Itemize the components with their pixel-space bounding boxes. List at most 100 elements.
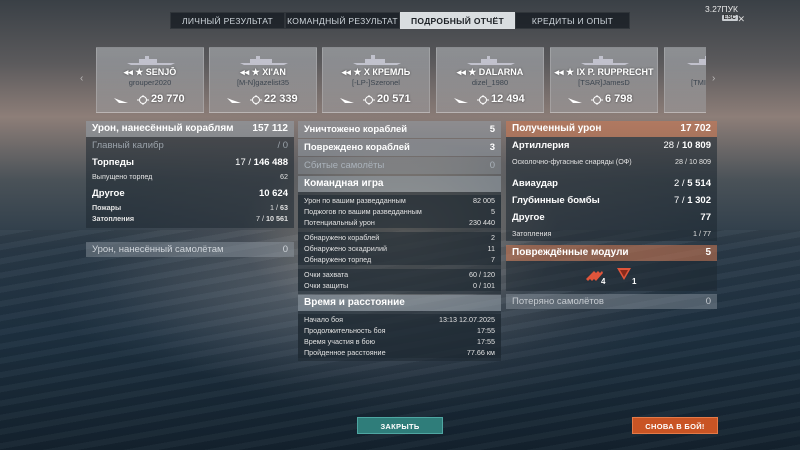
received-damage-label: Полученный урон	[512, 123, 602, 134]
spotting-damage-value: 82 005	[473, 196, 495, 205]
steering-gear-icon	[617, 268, 631, 280]
ship-card[interactable]: ◂◂ ★ SENJŌ grouper2020 29 770	[96, 47, 204, 113]
ship-silhouette-icon	[687, 56, 706, 65]
torpedoes-spotted-label: Обнаружено торпед	[304, 255, 372, 264]
torpedoes-fired-value: 62	[280, 172, 288, 181]
carousel-prev-icon[interactable]: ‹	[80, 73, 83, 84]
potential-damage-row: Потенциальный урон 230 440	[298, 217, 501, 228]
steering-gear-count: 1	[632, 277, 637, 286]
team-play-header: Командная игра	[298, 176, 501, 192]
team-play-title: Командная игра	[304, 178, 384, 189]
ship-damage: 29 770	[151, 93, 185, 105]
ship-class-icon	[454, 98, 468, 103]
artillery-row: Артиллерия 28 / 10 809	[506, 137, 717, 154]
aircraft-damage-row: Урон, нанесённый самолётам 0	[86, 242, 294, 257]
floods-damage: 10 561	[266, 214, 288, 223]
main-battery-value: / 0	[277, 140, 288, 151]
torpedo-tubes-count: 4	[601, 277, 606, 286]
he-shells-row: Осколочно-фугасные снаряды (ОФ) 28 / 10 …	[506, 154, 717, 169]
torpedoes-spotted-row: Обнаружено торпед 7	[298, 254, 501, 265]
other-damage-value: 10 624	[258, 188, 288, 199]
ship-damage: 20 571	[377, 93, 411, 105]
participation-value: 17:55	[477, 337, 495, 346]
defense-points-label: Очки защиты	[304, 281, 349, 290]
close-button[interactable]: ЗАКРЫТЬ	[357, 417, 443, 434]
player-name: [M-N]gazelist35	[236, 78, 290, 87]
aircraft-damage-value: 0	[282, 244, 288, 255]
main-battery-row: Главный калибр / 0	[86, 137, 294, 154]
floods-count: 7	[256, 214, 261, 223]
aviation-label: Авиаудар	[512, 178, 558, 189]
ship-damage: 6 798	[605, 93, 633, 105]
battle-start-value: 13:13 12.07.2025	[439, 315, 495, 324]
ship-card[interactable]: ◂◂ ★ XI'AN [M-N]gazelist35 22 339	[209, 47, 317, 113]
ship-card[interactable]: ◂◂ ★ X КРЕМЛЬ [-LP-]Szeronel 20 571	[322, 47, 430, 113]
torpedoes-fired-row: Выпущено торпед 62	[86, 171, 294, 182]
received-damage-header: Полученный урон 17 702	[506, 121, 717, 137]
battle-duration-value: 17:55	[477, 326, 495, 335]
ship-tier-icon: ◂◂ ★	[456, 67, 479, 77]
planes-lost-value: 0	[705, 296, 711, 307]
other-damage-row: Другое 10 624	[86, 185, 294, 202]
destroyed-row: Уничтожено кораблей 5	[298, 121, 501, 138]
torpedoes-spotted-value: 7	[491, 255, 495, 264]
esc-hint: ESC	[721, 15, 738, 21]
received-floods-row: Затопления 1 / 77	[506, 226, 717, 241]
spotting-damage-row: Урон по вашим разведданным 82 005	[298, 195, 501, 206]
received-floods-label: Затопления	[512, 229, 552, 238]
spotting-fires-label: Поджогов по вашим разведданным	[304, 207, 422, 216]
ship-card[interactable]: ◂◂ ★ IX P. RUPPRECHT [TSAR]JamesD 6 798	[550, 47, 658, 113]
depth-charges-row: Глубинные бомбы 7 / 1 302	[506, 192, 717, 209]
damage-icon	[591, 95, 603, 105]
aviation-hits: 2	[674, 178, 680, 189]
destroyed-value: 5	[489, 124, 495, 135]
ship-name: SENJŌ	[145, 67, 177, 77]
tab-team-result[interactable]: КОМАНДНЫЙ РЕЗУЛЬТАТ	[285, 12, 400, 29]
ship-name: КРЕМЛЬ	[372, 67, 411, 77]
ship-class-icon	[568, 98, 582, 103]
player-name: [TMI	[691, 78, 706, 87]
results-tabs: ЛИЧНЫЙ РЕЗУЛЬТАТ КОМАНДНЫЙ РЕЗУЛЬТАТ ПОД…	[170, 12, 630, 29]
planes-shot-label: Сбитые самолёты	[304, 160, 385, 171]
depth-charges-hits: 7	[674, 195, 680, 206]
battle-again-button[interactable]: СНОВА В БОЙ!	[632, 417, 718, 434]
tab-personal-result[interactable]: ЛИЧНЫЙ РЕЗУЛЬТАТ	[170, 12, 285, 29]
carousel-next-icon[interactable]: ›	[712, 73, 715, 84]
depth-charges-damage: 1 302	[687, 195, 711, 206]
ship-damage: 22 339	[264, 93, 298, 105]
ships-spotted-label: Обнаружено кораблей	[304, 233, 380, 242]
destroyed-label: Уничтожено кораблей	[304, 124, 408, 135]
damaged-modules-list: 4 1	[506, 261, 717, 291]
artillery-hits: 28	[663, 140, 675, 151]
player-name: [-LP-]Szeronel	[352, 78, 400, 87]
floods-row: Затопления 7 / 10 561	[86, 213, 294, 224]
modules-value: 5	[705, 247, 711, 258]
close-icon[interactable]: ✕	[737, 14, 745, 25]
aircraft-damage-label: Урон, нанесённый самолётам	[92, 244, 224, 255]
battle-start-label: Начало боя	[304, 315, 344, 324]
damage-dealt-header: Урон, нанесённый кораблям 157 112	[86, 121, 294, 137]
main-battery-label: Главный калибр	[92, 140, 164, 151]
distance-label: Пройденное расстояние	[304, 348, 386, 357]
ship-card[interactable]: ◂◂ ★ DALARNA dizel_1980 12 494	[436, 47, 544, 113]
ship-silhouette-icon	[127, 56, 175, 65]
battle-duration-row: Продолжительность боя 17:55	[298, 325, 501, 336]
ship-class-icon	[227, 98, 241, 103]
torpedoes-fired-label: Выпущено торпед	[92, 172, 153, 181]
time-distance-header: Время и расстояние	[298, 295, 501, 311]
ship-tier: IX	[576, 67, 586, 77]
tab-detailed-report[interactable]: ПОДРОБНЫЙ ОТЧЁТ	[400, 12, 515, 29]
ship-name: P. RUPPRECHT	[587, 67, 654, 77]
battle-start-row: Начало боя 13:13 12.07.2025	[298, 314, 501, 325]
received-damage-value: 17 702	[680, 123, 711, 134]
squadrons-spotted-label: Обнаружено эскадрилий	[304, 244, 388, 253]
received-floods-value: 1 / 77	[693, 229, 711, 238]
spotting-fires-row: Поджогов по вашим разведданным 5	[298, 206, 501, 217]
he-shells-label: Осколочно-фугасные снаряды (ОФ)	[512, 157, 632, 166]
tab-credits-exp[interactable]: КРЕДИТЫ И ОПЫТ	[515, 12, 630, 29]
ships-spotted-value: 2	[491, 233, 495, 242]
planes-shot-value: 0	[489, 160, 495, 171]
depth-charges-label: Глубинные бомбы	[512, 195, 600, 206]
ship-tier-icon: ◂◂ ★	[123, 67, 146, 77]
ship-card[interactable]: [TMI	[664, 47, 706, 113]
